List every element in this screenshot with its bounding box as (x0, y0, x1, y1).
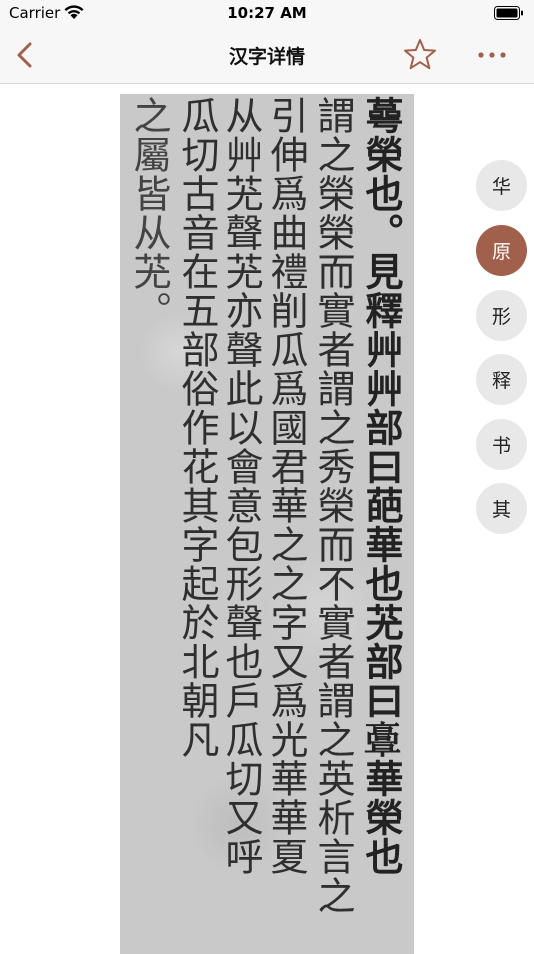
page-title: 汉字详情 (228, 46, 305, 68)
content-area: 蕚榮也。見釋艸艸部曰葩華也𦬓部曰𩫏華榮也 謂之榮榮而實者謂之秀榮而不實者謂之英析… (0, 84, 534, 954)
side-menu-item-hua[interactable]: 华 (476, 160, 527, 211)
side-menu-item-yuan[interactable]: 原 (476, 225, 527, 276)
side-menu-item-shu[interactable]: 书 (476, 419, 527, 470)
scan-column: 引伸爲曲禮削瓜爲國君華之之字又爲光華華夏 (264, 96, 308, 876)
star-icon (404, 39, 436, 70)
battery-icon (494, 6, 523, 20)
scan-column: 蕚榮也。見釋艸艸部曰葩華也𦬓部曰𩫏華榮也 (359, 96, 404, 876)
favorite-button[interactable] (402, 37, 438, 73)
status-bar: Carrier 10:27 AM (0, 0, 534, 28)
navigation-bar: 汉字详情 (0, 28, 534, 84)
scan-column: 之屬皆从𦬓。 (127, 96, 171, 330)
side-menu-item-shi[interactable]: 释 (476, 354, 527, 405)
scan-column: 从艸𦬓聲𦬓亦聲此以會意包形聲也戶瓜切又呼 (219, 96, 263, 876)
side-menu-item-qi[interactable]: 其 (476, 483, 527, 534)
scan-column: 瓜切古音在五部俗作花其字起於北朝凡 (175, 96, 219, 759)
more-horizontal-icon (478, 52, 506, 58)
side-menu-item-xing[interactable]: 形 (476, 290, 527, 341)
status-time: 10:27 AM (227, 4, 307, 22)
original-text-scan: 蕚榮也。見釋艸艸部曰葩華也𦬓部曰𩫏華榮也 謂之榮榮而實者謂之秀榮而不實者謂之英析… (120, 94, 414, 954)
scan-column: 謂之榮榮而實者謂之秀榮而不實者謂之英析言之 (311, 96, 355, 915)
more-button[interactable] (474, 40, 510, 70)
